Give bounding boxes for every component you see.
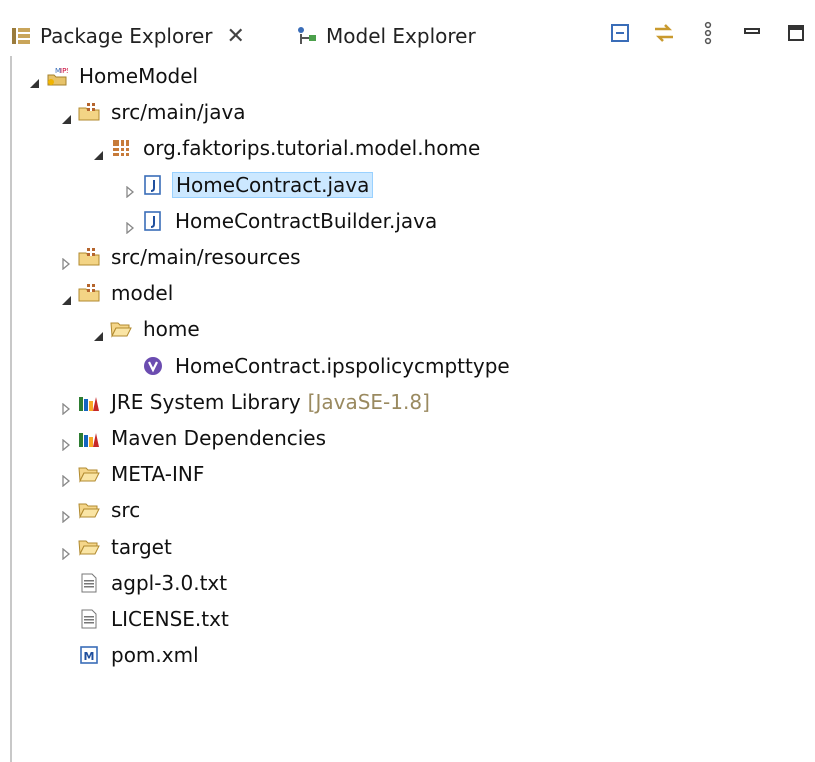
view-toolbar (607, 20, 809, 46)
package-explorer-view: Package Explorer ✕ Model Explorer M IP H… (10, 0, 815, 762)
tree-item[interactable]: target (60, 531, 175, 563)
svg-text:M: M (84, 650, 95, 663)
folder-icon (78, 499, 100, 521)
tree-item-label: JRE System Library (111, 389, 301, 414)
expanded-arrow-icon[interactable] (28, 70, 40, 88)
tab-label: Package Explorer (40, 24, 213, 48)
minimize-icon[interactable] (739, 20, 765, 46)
library-icon (78, 427, 100, 449)
expanded-arrow-icon[interactable] (92, 323, 104, 342)
maximize-icon[interactable] (783, 20, 809, 46)
tab-label: Model Explorer (326, 24, 476, 48)
view-border (10, 56, 12, 762)
tree-item-label: agpl-3.0.txt (111, 570, 228, 595)
tree-item-label: home (143, 317, 200, 342)
tree-item-label: src (111, 498, 141, 523)
tree-item-decoration: [JavaSE-1.8] (307, 389, 430, 414)
tree-item-label: target (111, 534, 172, 559)
tree-item[interactable]: src (60, 494, 143, 526)
close-icon[interactable]: ✕ (227, 24, 245, 49)
faktorips-project-icon: MIPS (46, 65, 68, 87)
svg-text:IPS: IPS (60, 67, 68, 75)
tree-item-label: HomeContract.ipspolicycmpttype (175, 353, 510, 378)
maven-pom-icon: M (78, 644, 100, 666)
expanded-arrow-icon[interactable] (92, 142, 104, 161)
library-icon (78, 391, 100, 413)
source-folder-icon (78, 246, 100, 268)
collapsed-arrow-icon[interactable] (60, 432, 72, 452)
collapse-all-icon[interactable] (607, 20, 633, 46)
tree-item[interactable]: model (60, 277, 176, 309)
collapsed-arrow-icon[interactable] (60, 541, 72, 560)
tree-item-label: HomeContract.java (172, 171, 374, 198)
text-file-icon (78, 608, 100, 630)
collapsed-arrow-icon[interactable] (124, 215, 136, 235)
folder-icon (78, 463, 100, 485)
tree-item[interactable]: src/main/java (60, 96, 249, 128)
expanded-arrow-icon[interactable] (60, 287, 72, 306)
tree-item[interactable]: src/main/resources (60, 241, 304, 273)
tree-item[interactable]: MIPS HomeModel (28, 60, 201, 92)
package-icon (110, 137, 132, 159)
tree-item[interactable]: META-INF (60, 458, 207, 490)
package-explorer-icon (12, 28, 30, 44)
tree-item-label: src/main/java (111, 100, 246, 125)
tree-item[interactable]: agpl-3.0.txt (60, 567, 230, 599)
policy-cmpt-type-icon (142, 355, 164, 377)
tree-item[interactable]: Mpom.xml (60, 639, 202, 671)
source-folder-icon (78, 101, 100, 123)
tree-item-label: LICENSE.txt (111, 607, 229, 631)
tree-item[interactable]: HomeContract.ipspolicycmpttype (124, 350, 513, 382)
tree-item-label: pom.xml (111, 643, 199, 668)
model-explorer-icon (298, 27, 316, 44)
collapsed-arrow-icon[interactable] (60, 251, 72, 271)
tree-item[interactable]: org.faktorips.tutorial.model.home (92, 132, 483, 164)
tree-item[interactable]: JRE System Library [JavaSE-1.8] (60, 386, 430, 418)
view-tab-bar: Package Explorer ✕ Model Explorer (10, 0, 815, 56)
java-file-icon (142, 174, 164, 196)
tree-item[interactable]: HomeContract.java (124, 169, 374, 201)
collapsed-arrow-icon[interactable] (60, 504, 72, 524)
tree-item[interactable]: HomeContractBuilder.java (124, 205, 440, 237)
tree-item-label: META-INF (111, 462, 205, 487)
tree-item[interactable]: LICENSE.txt (60, 603, 232, 635)
tree-item-label: HomeContractBuilder.java (175, 208, 438, 233)
source-folder-icon (78, 282, 100, 304)
tab-model-explorer[interactable]: Model Explorer (296, 18, 476, 54)
collapsed-arrow-icon[interactable] (124, 179, 136, 198)
tree-item[interactable]: home (92, 313, 203, 345)
folder-icon (78, 536, 100, 558)
tree-item-label: model (111, 281, 174, 306)
collapsed-arrow-icon[interactable] (60, 468, 72, 488)
tree-item-label: Maven Dependencies (111, 426, 327, 450)
folder-open-icon (110, 318, 132, 340)
link-with-editor-icon[interactable] (651, 20, 677, 46)
collapsed-arrow-icon[interactable] (60, 396, 72, 416)
tree-item[interactable]: Maven Dependencies (60, 422, 329, 454)
text-file-icon (78, 572, 100, 594)
view-menu-icon[interactable] (695, 20, 721, 46)
tree-item-label: HomeModel (79, 64, 199, 88)
tree-item-label: org.faktorips.tutorial.model.home (143, 136, 481, 161)
tree-item-label: src/main/resources (111, 245, 301, 269)
expanded-arrow-icon[interactable] (60, 106, 72, 125)
tab-package-explorer[interactable]: Package Explorer ✕ (10, 18, 245, 54)
java-file-icon (142, 210, 164, 232)
